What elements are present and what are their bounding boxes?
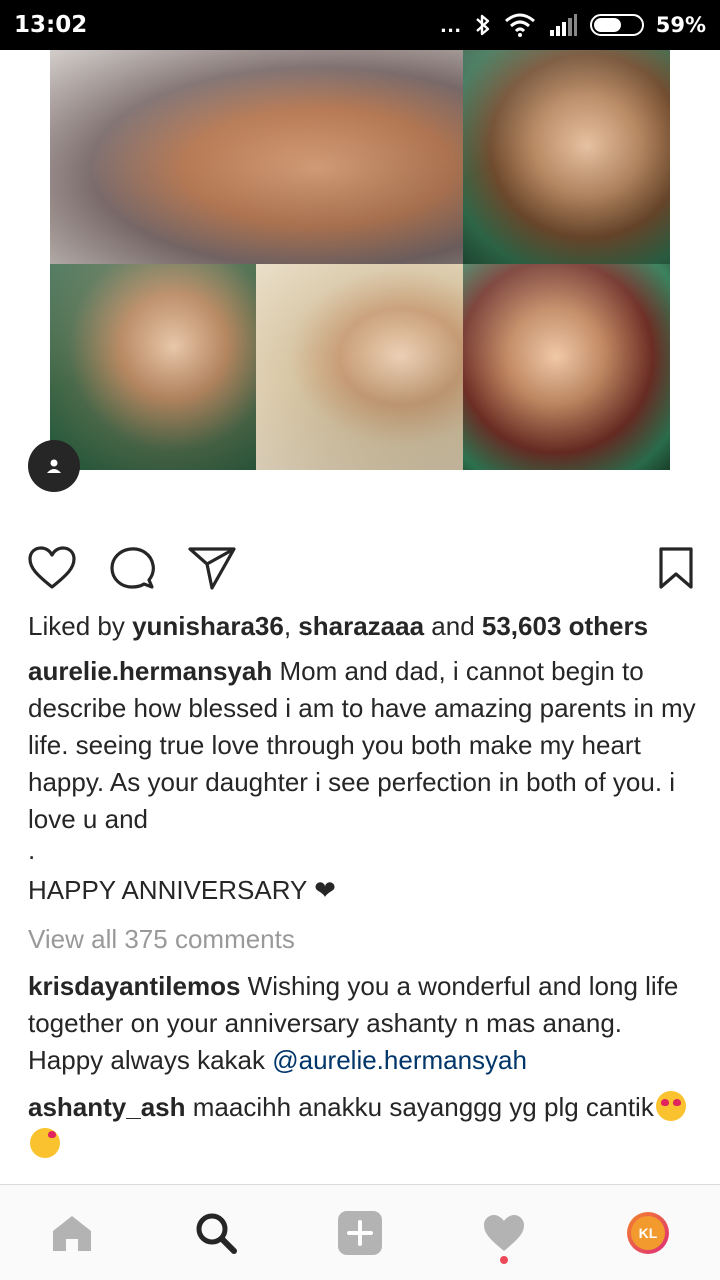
comment-bubble-icon xyxy=(110,547,155,589)
heart-outline-icon xyxy=(28,546,76,589)
bottom-navigation: KL xyxy=(0,1184,720,1280)
post-details: Liked by yunishara36, sharazaaa and 53,6… xyxy=(28,608,698,1163)
liker-username[interactable]: sharazaaa xyxy=(298,611,424,641)
view-all-comments-link[interactable]: View all 375 comments xyxy=(28,921,698,958)
comment-mention[interactable]: @aurelie.hermansyah xyxy=(272,1045,527,1075)
status-icons: ... 59% xyxy=(440,12,706,38)
likes-prefix: Liked by xyxy=(28,611,133,641)
heart-eyes-emoji-icon xyxy=(655,1091,686,1121)
nav-search-button[interactable] xyxy=(186,1203,246,1263)
post-action-bar xyxy=(0,540,720,596)
wifi-icon xyxy=(504,13,535,37)
photo-tile-couple-selfie xyxy=(50,50,463,264)
profile-avatar: KL xyxy=(627,1212,669,1254)
caption-anniversary: HAPPY ANNIVERSARY ❤ xyxy=(28,875,336,905)
photo-tile-green-kiss xyxy=(50,264,256,470)
battery-icon xyxy=(589,14,644,36)
photo-tile-embrace xyxy=(463,264,670,470)
comment-text: maacihh anakku sayanggg yg plg cantik xyxy=(185,1092,654,1122)
tagged-users-button[interactable] xyxy=(28,440,80,492)
nav-activity-button[interactable] xyxy=(474,1203,534,1263)
battery-fill xyxy=(593,18,621,32)
status-bar: 13:02 ... 59% xyxy=(0,0,720,50)
likes-others[interactable]: 53,603 others xyxy=(482,611,648,641)
likes-line: Liked by yunishara36, sharazaaa and 53,6… xyxy=(28,608,698,645)
kissing-emoji-icon xyxy=(30,1128,60,1158)
likes-separator: , xyxy=(283,611,299,641)
caption-username[interactable]: aurelie.hermansyah xyxy=(28,656,272,686)
post-image[interactable] xyxy=(50,50,670,470)
comment-username[interactable]: krisdayantilemos xyxy=(28,971,240,1001)
liker-username[interactable]: yunishara36 xyxy=(132,611,284,641)
avatar-initials: KL xyxy=(631,1216,665,1250)
comment-item: krisdayantilemos Wishing you a wonderful… xyxy=(28,968,698,1079)
status-dots: ... xyxy=(440,12,462,37)
post-caption: aurelie.hermansyah Mom and dad, i cannot… xyxy=(28,653,698,838)
home-icon xyxy=(53,1216,91,1251)
battery-percent: 59% xyxy=(655,13,706,37)
person-icon xyxy=(47,459,61,473)
status-time: 13:02 xyxy=(14,12,88,38)
activity-notification-dot xyxy=(500,1256,508,1264)
share-button[interactable] xyxy=(184,540,240,596)
search-icon xyxy=(196,1213,237,1254)
bluetooth-icon xyxy=(475,14,489,36)
photo-tile-wedding-kiss xyxy=(463,50,670,264)
add-post-icon xyxy=(338,1211,382,1255)
bookmark-icon xyxy=(659,547,693,589)
comment-item: ashanty_ash maacihh anakku sayanggg yg p… xyxy=(28,1089,698,1163)
save-button[interactable] xyxy=(648,540,704,596)
like-button[interactable] xyxy=(24,540,80,596)
caption-dot: . xyxy=(28,835,36,865)
comment-username[interactable]: ashanty_ash xyxy=(28,1092,186,1122)
likes-and: and xyxy=(424,611,482,641)
paper-plane-icon xyxy=(188,547,236,590)
nav-profile-button[interactable]: KL xyxy=(618,1203,678,1263)
nav-add-post-button[interactable] xyxy=(330,1203,390,1263)
photo-tile-wedding-portrait xyxy=(256,264,463,470)
comment-button[interactable] xyxy=(104,540,160,596)
nav-home-button[interactable] xyxy=(42,1203,102,1263)
signal-icon xyxy=(549,14,577,36)
activity-heart-icon xyxy=(484,1215,524,1251)
